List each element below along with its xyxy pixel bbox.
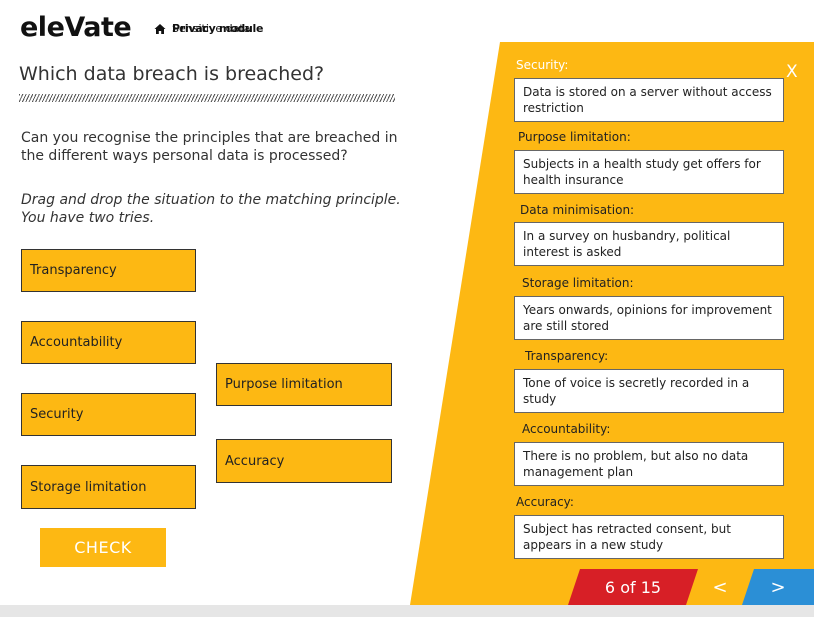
situation-card[interactable]: Data is stored on a server without acces… [514, 78, 784, 122]
slot-label: Storage limitation: [522, 276, 634, 290]
situation-card[interactable]: Tone of voice is secretly recorded in a … [514, 369, 784, 413]
instruction-text: Drag and drop the situation to the match… [21, 192, 401, 226]
tile-accuracy[interactable]: Accuracy [216, 439, 392, 483]
elevate-logo: eleVate [20, 12, 132, 43]
slot-label: Accountability: [522, 422, 611, 436]
situation-card[interactable]: Subject has retracted consent, but appea… [514, 515, 784, 559]
check-button[interactable]: CHECK [40, 528, 166, 567]
slot-label: Data minimisation: [520, 203, 635, 217]
tile-accountability[interactable]: Accountability [21, 321, 196, 364]
breadcrumb: Sensitive data Privacy module [172, 22, 263, 35]
next-button[interactable]: > [742, 569, 814, 605]
intro-text: Can you recognise the principles that ar… [21, 130, 398, 164]
close-icon[interactable]: X [786, 62, 798, 82]
tile-transparency[interactable]: Transparency [21, 249, 196, 292]
tile-purpose-limitation[interactable]: Purpose limitation [216, 363, 392, 406]
slot-label: Security: [516, 58, 569, 72]
situation-card[interactable]: There is no problem, but also no data ma… [514, 442, 784, 486]
breadcrumb-module[interactable]: Privacy module [172, 22, 263, 35]
slot-label: Transparency: [525, 349, 609, 363]
lesson-page: eleVate Sensitive data Privacy module Wh… [0, 0, 814, 605]
tile-storage-limitation[interactable]: Storage limitation [21, 465, 196, 509]
page-title: Which data breach is breached? [19, 63, 325, 85]
tile-security[interactable]: Security [21, 393, 196, 436]
page-counter: 6 of 15 [568, 569, 698, 605]
home-icon[interactable] [154, 23, 166, 35]
situation-card[interactable]: Subjects in a health study get offers fo… [514, 150, 784, 194]
situation-card[interactable]: In a survey on husbandry, political inte… [514, 222, 784, 266]
situation-card[interactable]: Years onwards, opinions for improvement … [514, 296, 784, 340]
title-underline [19, 94, 395, 102]
slot-label: Purpose limitation: [518, 130, 631, 144]
slot-label: Accuracy: [516, 495, 574, 509]
